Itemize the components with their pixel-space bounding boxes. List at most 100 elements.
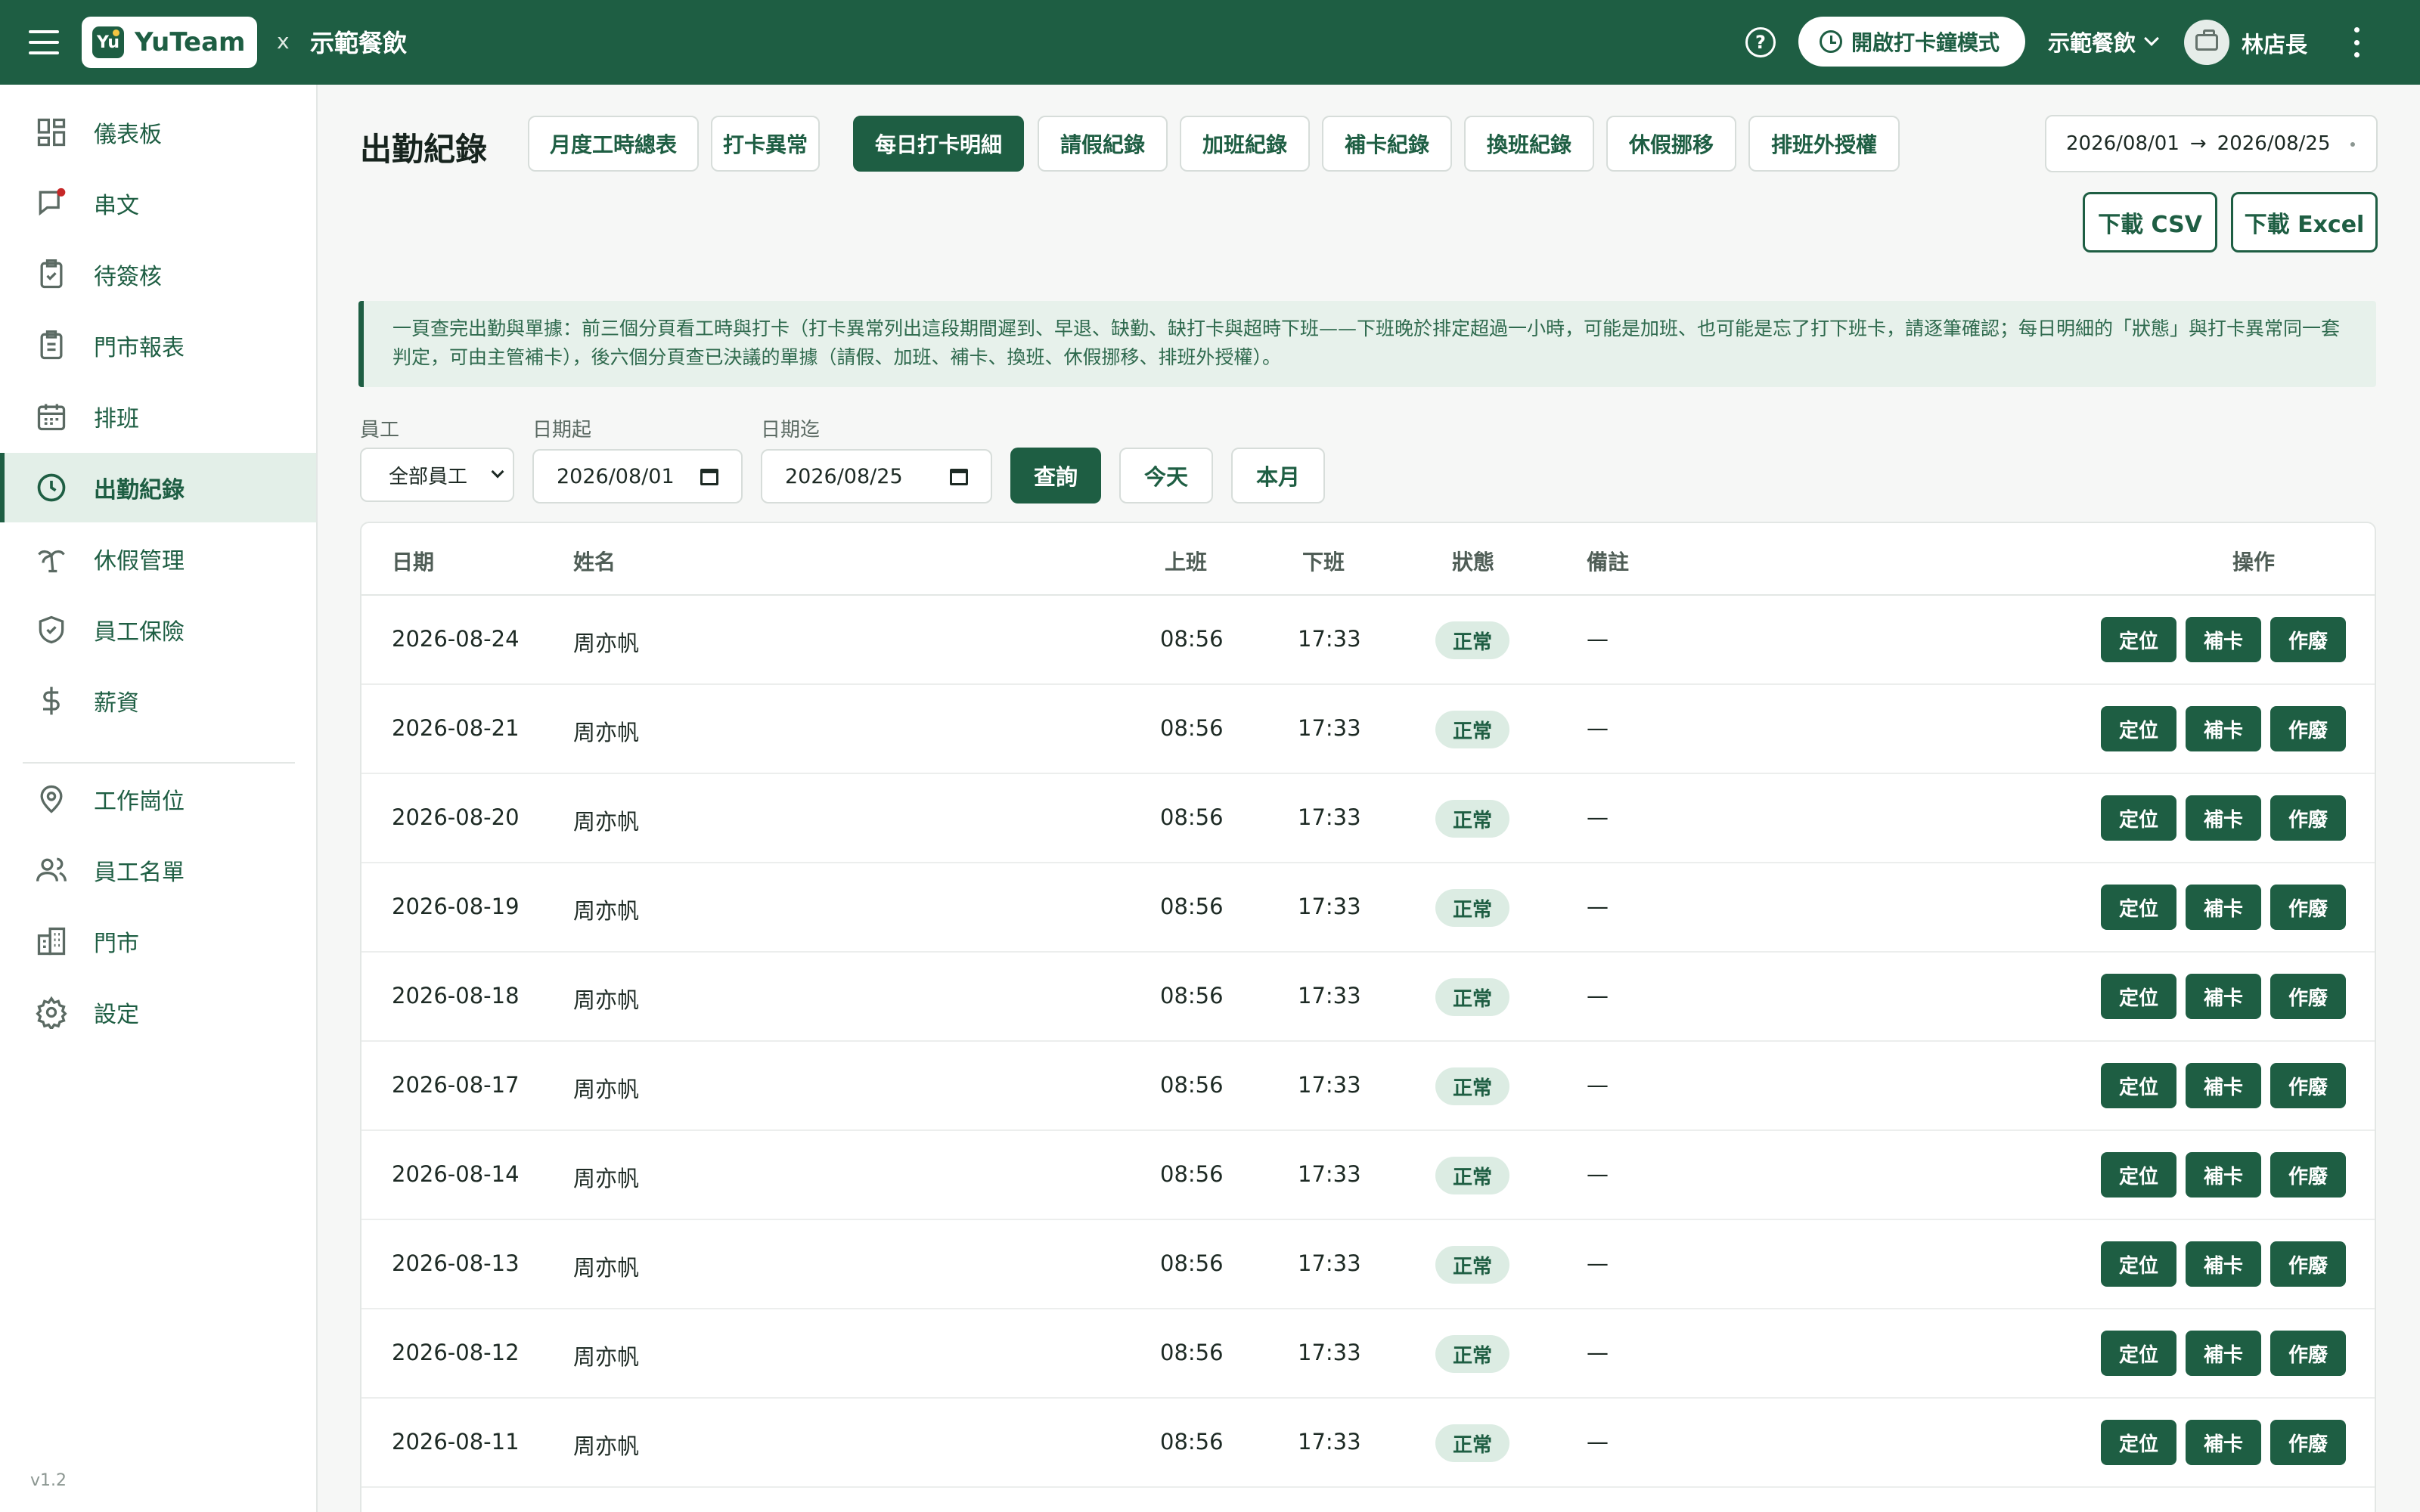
column-header-clock-in[interactable]: 上班 [1165, 546, 1207, 576]
column-header-name[interactable]: 姓名 [573, 546, 616, 576]
today-button[interactable]: 今天 [1119, 448, 1213, 503]
user-name[interactable]: 林店長 [2242, 27, 2307, 59]
makeup-button[interactable]: 補卡 [2186, 1063, 2261, 1108]
sidebar-item-attendance[interactable]: 出勤紀錄 [0, 453, 316, 522]
makeup-button[interactable]: 補卡 [2186, 1241, 2261, 1287]
status-badge: 正常 [1435, 1067, 1509, 1105]
locate-button[interactable]: 定位 [2101, 1241, 2176, 1287]
date-from-input[interactable]: 2026/08/01 [532, 449, 743, 503]
locate-button[interactable]: 定位 [2101, 974, 2176, 1019]
sidebar-item-approvals[interactable]: 待簽核 [0, 240, 316, 309]
sidebar-item-settings[interactable]: 設定 [0, 978, 316, 1047]
status-badge: 正常 [1435, 1157, 1509, 1194]
locate-button[interactable]: 定位 [2101, 1331, 2176, 1376]
tab-monthly-hours[interactable]: 月度工時總表 [528, 116, 699, 172]
tab-leave-shift[interactable]: 休假挪移 [1606, 116, 1736, 172]
locate-button[interactable]: 定位 [2101, 795, 2176, 841]
tab-clock-anomalies[interactable]: 打卡異常 [711, 116, 820, 172]
sidebar-item-store-report[interactable]: 門市報表 [0, 311, 316, 380]
column-header-date[interactable]: 日期 [392, 546, 434, 576]
page-title: 出勤紀錄 [360, 131, 488, 168]
logo[interactable]: Yu YuTeam [82, 17, 257, 68]
makeup-button[interactable]: 補卡 [2186, 1420, 2261, 1465]
void-button[interactable]: 作廢 [2270, 1331, 2346, 1376]
clock-mode-button[interactable]: 開啟打卡鐘模式 [1798, 17, 2025, 67]
makeup-button[interactable]: 補卡 [2186, 795, 2261, 841]
tab-makeup-records[interactable]: 補卡紀錄 [1322, 116, 1452, 172]
more-vertical-icon[interactable] [2352, 27, 2361, 57]
locate-button[interactable]: 定位 [2101, 885, 2176, 930]
void-button[interactable]: 作廢 [2270, 974, 2346, 1019]
void-button[interactable]: 作廢 [2270, 1152, 2346, 1198]
clipboard-check-icon [35, 258, 68, 291]
locate-button[interactable]: 定位 [2101, 1152, 2176, 1198]
status-badge: 正常 [1435, 978, 1509, 1016]
tab-overtime-records[interactable]: 加班紀錄 [1180, 116, 1310, 172]
column-header-clock-out[interactable]: 下班 [1302, 546, 1345, 576]
tab-shift-swap-records[interactable]: 換班紀錄 [1464, 116, 1594, 172]
arrow-right-icon: → [2189, 132, 2207, 155]
date-to-label: 日期迄 [761, 419, 821, 442]
void-button[interactable]: 作廢 [2270, 1420, 2346, 1465]
sidebar-item-posts[interactable]: 串文 [0, 169, 316, 238]
employee-select-value: 全部員工 [389, 465, 468, 488]
sidebar-item-dashboard[interactable]: 儀表板 [0, 98, 316, 167]
date-range-picker[interactable]: 2026/08/01 → 2026/08/25 [2045, 115, 2378, 172]
download-csv-button[interactable]: 下載 CSV [2083, 192, 2217, 253]
sidebar-item-staff[interactable]: 員工名單 [0, 835, 316, 905]
makeup-button[interactable]: 補卡 [2186, 706, 2261, 751]
download-excel-button[interactable]: 下載 Excel [2231, 192, 2378, 253]
clock-mode-label: 開啟打卡鐘模式 [1851, 30, 2000, 55]
void-button[interactable]: 作廢 [2270, 885, 2346, 930]
cell-clock-out: 17:33 [1298, 1161, 1361, 1187]
column-header-note[interactable]: 備註 [1587, 546, 1629, 576]
locate-button[interactable]: 定位 [2101, 706, 2176, 751]
query-button[interactable]: 查詢 [1010, 448, 1101, 503]
tab-off-schedule-auth[interactable]: 排班外授權 [1748, 116, 1900, 172]
sidebar-item-label: 員工保險 [94, 619, 185, 646]
cell-note: — [1587, 983, 1609, 1009]
void-button[interactable]: 作廢 [2270, 617, 2346, 662]
column-header-status[interactable]: 狀態 [1452, 546, 1494, 576]
makeup-button[interactable]: 補卡 [2186, 974, 2261, 1019]
sidebar-item-leave[interactable]: 休假管理 [0, 524, 316, 593]
date-to-input[interactable]: 2026/08/25 [761, 449, 992, 503]
sidebar-divider [23, 762, 295, 764]
org-select[interactable]: 示範餐飲 [2048, 26, 2159, 57]
locate-button[interactable]: 定位 [2101, 617, 2176, 662]
calendar-icon[interactable] [950, 469, 968, 485]
makeup-button[interactable]: 補卡 [2186, 617, 2261, 662]
help-icon[interactable]: ? [1745, 27, 1776, 57]
date-from-value: 2026/08/01 [557, 464, 675, 488]
void-button[interactable]: 作廢 [2270, 1241, 2346, 1287]
brand-separator: x [277, 29, 290, 54]
this-month-button[interactable]: 本月 [1231, 448, 1325, 503]
calendar-icon[interactable] [700, 469, 718, 485]
table-body: 2026-08-24 周亦帆 08:56 17:33— 正常 定位 補卡 作廢 2026-08-… [361, 596, 2375, 1488]
sidebar-item-positions[interactable]: 工作崗位 [0, 764, 316, 834]
sidebar-item-stores[interactable]: 門市 [0, 906, 316, 976]
void-button[interactable]: 作廢 [2270, 706, 2346, 751]
sidebar-item-insurance[interactable]: 員工保險 [0, 595, 316, 665]
tab-leave-records[interactable]: 請假紀錄 [1038, 116, 1168, 172]
cell-name: 周亦帆 [573, 720, 640, 745]
void-button[interactable]: 作廢 [2270, 1063, 2346, 1108]
makeup-button[interactable]: 補卡 [2186, 1331, 2261, 1376]
logo-mark: Yu [92, 26, 124, 58]
locate-button[interactable]: 定位 [2101, 1063, 2176, 1108]
employee-select[interactable]: 全部員工 [360, 448, 514, 502]
sidebar-item-payroll[interactable]: 薪資 [0, 666, 316, 736]
sidebar-item-schedule[interactable]: 排班 [0, 382, 316, 451]
menu-icon[interactable] [27, 27, 60, 57]
tab-daily-details[interactable]: 每日打卡明細 [853, 116, 1024, 172]
avatar[interactable] [2184, 20, 2229, 65]
void-button[interactable]: 作廢 [2270, 795, 2346, 841]
palm-tree-icon [35, 542, 68, 575]
cell-date: 2026-08-18 [392, 983, 520, 1009]
employee-filter-label: 員工 [360, 419, 400, 442]
locate-button[interactable]: 定位 [2101, 1420, 2176, 1465]
cell-clock-out: 17:33 [1298, 804, 1361, 830]
makeup-button[interactable]: 補卡 [2186, 885, 2261, 930]
sidebar-item-label: 員工名單 [94, 860, 185, 886]
makeup-button[interactable]: 補卡 [2186, 1152, 2261, 1198]
